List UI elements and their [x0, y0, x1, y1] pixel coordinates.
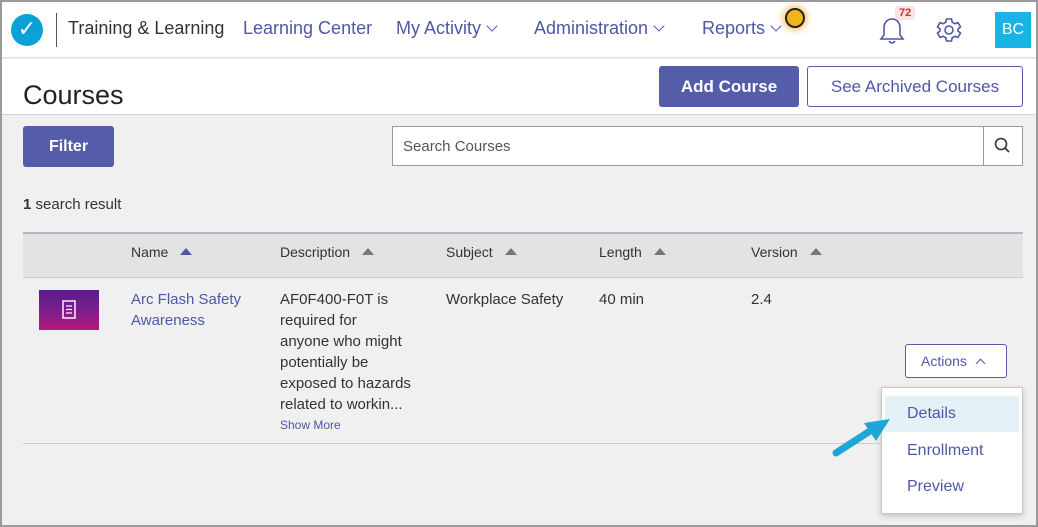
actions-button[interactable]: Actions — [905, 344, 1007, 378]
chevron-down-icon — [770, 20, 782, 32]
course-thumbnail[interactable] — [39, 290, 99, 330]
sort-ascending-icon — [809, 248, 822, 255]
page-title: Courses — [23, 80, 124, 110]
column-header-length[interactable]: Length — [599, 244, 666, 260]
column-header-version[interactable]: Version — [751, 244, 822, 260]
gear-icon[interactable] — [935, 16, 963, 44]
chevron-down-icon — [486, 20, 498, 32]
sort-ascending-icon — [362, 248, 375, 255]
nav-learning-center[interactable]: Learning Center — [243, 18, 372, 39]
course-name-link[interactable]: Arc Flash Safety Awareness — [131, 289, 256, 331]
document-icon — [62, 300, 76, 319]
bell-icon[interactable] — [878, 16, 906, 46]
cursor-indicator — [785, 8, 805, 28]
course-description: AF0F400-F0T is required for anyone who m… — [280, 291, 411, 413]
menu-item-details[interactable]: Details — [885, 396, 1019, 432]
search-input[interactable] — [392, 126, 984, 166]
search-icon — [994, 137, 1010, 153]
search-button[interactable] — [983, 126, 1023, 166]
nav-my-activity[interactable]: My Activity — [396, 18, 498, 39]
notification-badge: 72 — [895, 6, 916, 20]
checkmark-logo-icon[interactable]: ✓ — [11, 14, 43, 46]
add-course-button[interactable]: Add Course — [659, 66, 799, 107]
chevron-down-icon — [653, 20, 665, 32]
sort-ascending-icon — [653, 248, 666, 255]
logo-divider — [56, 13, 57, 47]
course-version: 2.4 — [751, 291, 772, 308]
chevron-up-icon — [975, 358, 986, 369]
show-more-link[interactable]: Show More — [280, 418, 341, 432]
course-subject: Workplace Safety — [446, 291, 564, 308]
menu-item-preview[interactable]: Preview — [885, 469, 1019, 505]
menu-item-enrollment[interactable]: Enrollment — [885, 433, 1019, 469]
avatar[interactable]: BC — [995, 12, 1031, 48]
nav-reports[interactable]: Reports — [702, 18, 782, 39]
column-header-subject[interactable]: Subject — [446, 244, 517, 260]
filter-button[interactable]: Filter — [23, 126, 114, 167]
sort-ascending-icon — [180, 248, 193, 255]
nav-administration[interactable]: Administration — [534, 18, 665, 39]
top-nav: ✓ Training & Learning Learning Center My… — [2, 2, 1036, 58]
column-header-description[interactable]: Description — [280, 244, 375, 260]
column-header-name[interactable]: Name — [131, 244, 193, 260]
course-length: 40 min — [599, 291, 645, 308]
sort-ascending-icon — [504, 248, 517, 255]
actions-menu: Details Enrollment Preview — [881, 387, 1023, 514]
pointer-arrow-icon — [832, 419, 890, 457]
result-count: 1 search result — [23, 196, 122, 213]
see-archived-courses-button[interactable]: See Archived Courses — [807, 66, 1023, 107]
app-title: Training & Learning — [68, 18, 225, 38]
